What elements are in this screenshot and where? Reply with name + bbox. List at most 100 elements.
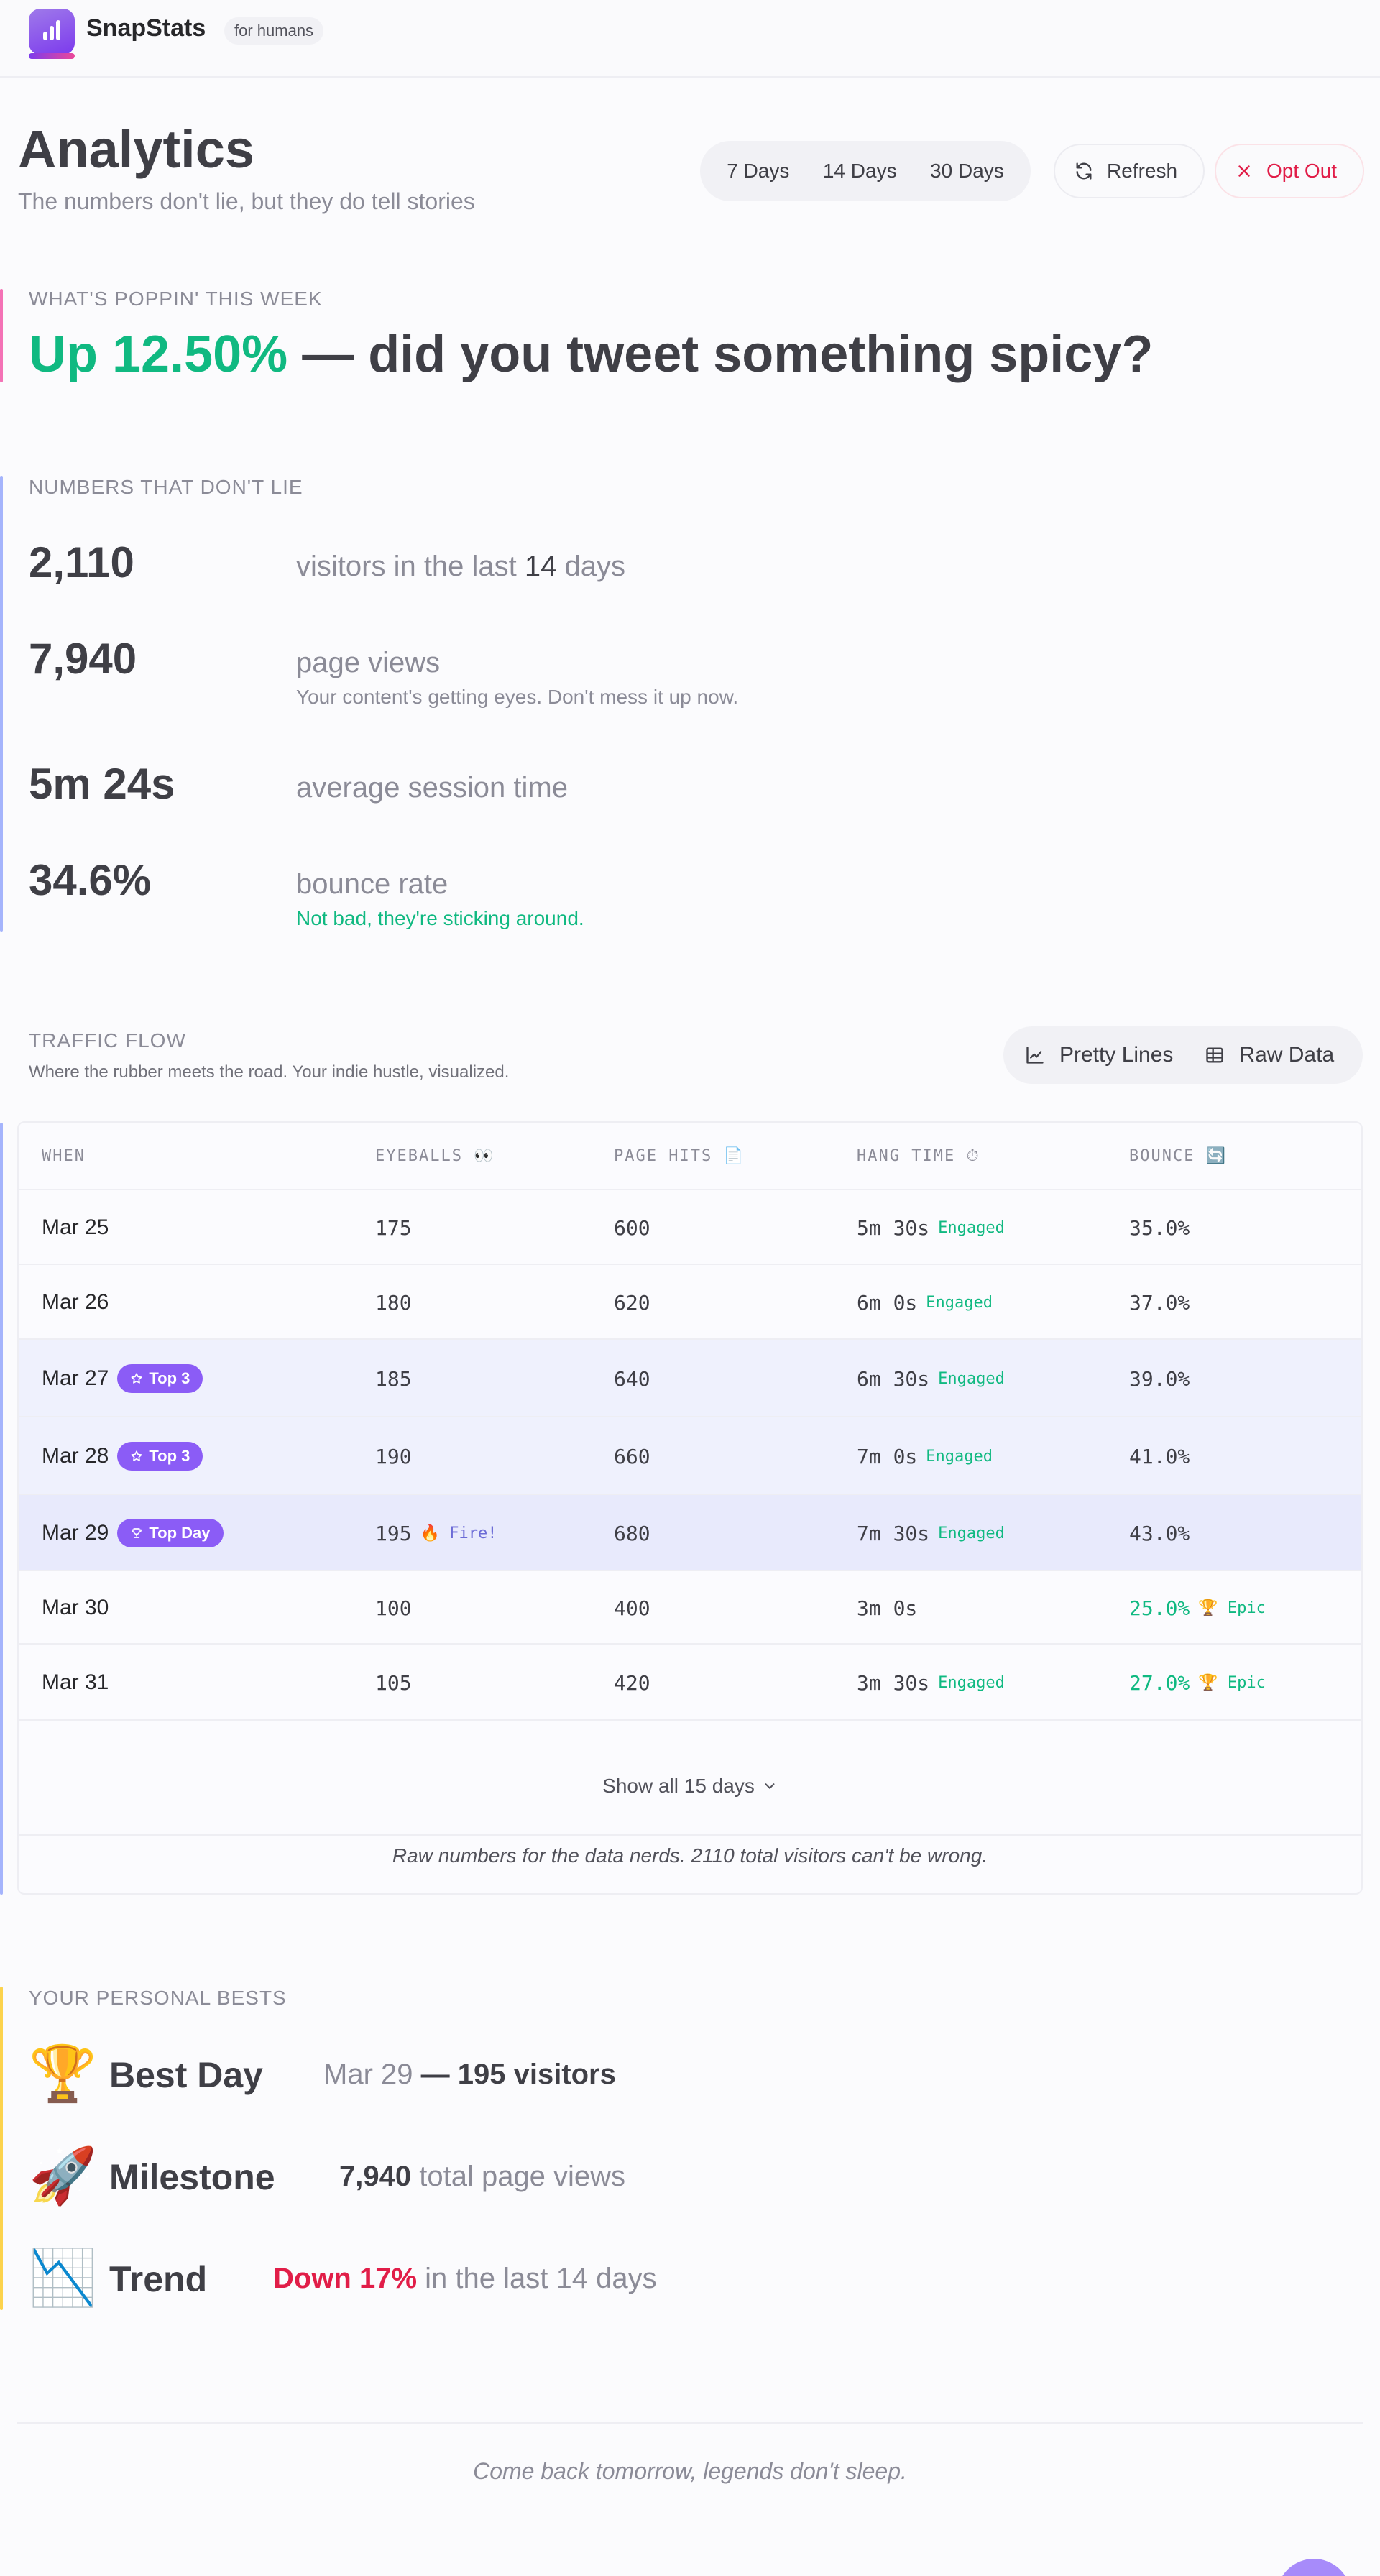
numbers-accent-bar: [0, 476, 3, 932]
pretty-lines-button[interactable]: Pretty Lines: [1025, 1043, 1173, 1067]
badge-label: Top 3: [149, 1447, 190, 1465]
top-day-badge: Top Day: [117, 1519, 224, 1547]
close-icon: [1238, 165, 1250, 177]
view-toggle: Pretty Lines Raw Data: [1003, 1026, 1363, 1084]
trend-detail: Down 17% in the last 14 days: [273, 2263, 657, 2294]
cell-page-hits: 420: [614, 1668, 650, 1697]
line-chart-icon: [1026, 1046, 1044, 1064]
table-row[interactable]: Mar 26 180 620 6m 0s Engaged 37.0%: [19, 1265, 1361, 1340]
trophy-icon: 🏆: [29, 2043, 97, 2104]
growth-value: Up 12.50%: [29, 326, 288, 383]
chevron-down-icon: [765, 1783, 775, 1789]
page-hits-count: 420: [614, 1670, 650, 1695]
refresh-button[interactable]: Refresh: [1054, 144, 1205, 198]
bounce-note: Not bad, they're sticking around.: [296, 907, 584, 929]
raw-data-button[interactable]: Raw Data: [1205, 1043, 1334, 1067]
cell-date: Mar 25: [42, 1213, 109, 1242]
cell-date: Mar 27 Top 3: [42, 1364, 203, 1393]
engaged-tag: Engaged: [938, 1524, 1005, 1542]
bounce-value: 35.0%: [1129, 1215, 1190, 1240]
cell-visitors: 175: [375, 1213, 412, 1242]
table-row[interactable]: Mar 29 Top Day 195 🔥 Fire! 680 7m 30s Engaged 4…: [19, 1495, 1361, 1571]
cell-page-hits: 400: [614, 1593, 650, 1622]
bounce-value: 27.0%: [1129, 1670, 1190, 1695]
date-range-selector: 7 Days 14 Days 30 Days: [700, 141, 1031, 201]
trend-title: Trend: [109, 2259, 208, 2299]
badge-label: Top Day: [149, 1524, 211, 1542]
column-when[interactable]: WHEN: [42, 1147, 86, 1165]
table-row[interactable]: Mar 30 100 400 3m 0s 25.0% 🏆 Epic: [19, 1571, 1361, 1644]
column-page-hits[interactable]: PAGE HITS 📄: [614, 1147, 745, 1165]
hang-time-value: 7m 0s: [857, 1444, 918, 1468]
page-subtitle: The numbers don't lie, but they do tell …: [18, 188, 475, 214]
poppin-label: WHAT'S POPPIN' THIS WEEK: [29, 288, 323, 310]
engaged-tag: Engaged: [938, 1218, 1005, 1237]
epic-tag: 🏆 Epic: [1198, 1673, 1266, 1692]
table-row[interactable]: Mar 31 105 420 3m 30s Engaged 27.0% 🏆 Epic: [19, 1644, 1361, 1721]
date-text: Mar 26: [42, 1290, 109, 1314]
show-all-button[interactable]: Show all 15 days: [19, 1738, 1361, 1836]
traffic-label: TRAFFIC FLOW: [29, 1029, 186, 1052]
floating-action-button[interactable]: [1276, 2559, 1351, 2576]
date-text: Mar 29: [42, 1521, 109, 1545]
range-7-days-button[interactable]: 7 Days: [719, 160, 796, 183]
session-label: average session time: [296, 772, 568, 804]
bests-accent-bar: [0, 1987, 3, 2310]
badge-label: Top 3: [149, 1369, 190, 1387]
cell-visitors: 190: [375, 1442, 412, 1471]
bounce-value: 25.0%: [1129, 1596, 1190, 1620]
column-hang-time[interactable]: HANG TIME ⏱: [857, 1147, 980, 1165]
pageviews-label: page views: [296, 647, 441, 678]
hang-time-value: 6m 0s: [857, 1290, 918, 1315]
page-hits-count: 640: [614, 1366, 650, 1391]
star-icon: [131, 1373, 142, 1384]
cell-bounce: 37.0%: [1129, 1288, 1190, 1317]
logo-icon[interactable]: [29, 9, 75, 55]
star-icon: [131, 1450, 142, 1461]
best-day-title: Best Day: [109, 2055, 263, 2095]
date-text: Mar 31: [42, 1670, 109, 1694]
cell-hang-time: 6m 30s Engaged: [857, 1364, 1005, 1393]
cell-page-hits: 620: [614, 1288, 650, 1317]
cell-date: Mar 28 Top 3: [42, 1442, 203, 1471]
table-icon: [1206, 1047, 1224, 1063]
range-30-days-button[interactable]: 30 Days: [923, 160, 1011, 183]
table-row[interactable]: Mar 28 Top 3 190 660 7m 0s Engaged 41.0%: [19, 1417, 1361, 1495]
traffic-accent-bar: [0, 1123, 3, 1895]
best-day-detail: Mar 29 — 195 visitors: [323, 2058, 616, 2090]
hang-time-value: 3m 30s: [857, 1670, 930, 1695]
column-eyeballs[interactable]: EYEBALLS 👀: [375, 1147, 495, 1165]
cell-page-hits: 640: [614, 1364, 650, 1393]
page-hits-count: 400: [614, 1596, 650, 1620]
hang-time-value: 5m 30s: [857, 1215, 930, 1240]
cell-visitors: 185: [375, 1364, 412, 1393]
page-title: Analytics: [18, 119, 255, 179]
hang-time-value: 3m 0s: [857, 1596, 918, 1620]
footer-divider: [17, 2422, 1363, 2424]
column-bounce[interactable]: BOUNCE 🔄: [1129, 1147, 1227, 1165]
logo-underline: [29, 53, 75, 59]
cell-visitors: 195 🔥 Fire!: [375, 1519, 497, 1547]
opt-out-label: Opt Out: [1266, 160, 1338, 182]
bounce-value: 39.0%: [1129, 1366, 1190, 1391]
opt-out-button[interactable]: Opt Out: [1215, 144, 1364, 198]
range-14-days-button[interactable]: 14 Days: [816, 160, 904, 183]
visitors-value: 2,110: [29, 538, 134, 586]
rocket-icon: 🚀: [29, 2145, 97, 2207]
fire-tag: 🔥 Fire!: [420, 1524, 497, 1542]
session-value: 5m 24s: [29, 760, 175, 808]
table-row[interactable]: Mar 27 Top 3 185 640 6m 30s Engaged 39.0%: [19, 1340, 1361, 1417]
refresh-icon: [1076, 162, 1092, 180]
engaged-tag: Engaged: [938, 1369, 1005, 1388]
table-row[interactable]: Mar 25 175 600 5m 30s Engaged 35.0%: [19, 1190, 1361, 1265]
cell-visitors: 100: [375, 1593, 412, 1622]
cell-bounce: 43.0%: [1129, 1519, 1190, 1547]
brand-name[interactable]: SnapStats: [86, 14, 206, 42]
page-hits-count: 620: [614, 1290, 650, 1315]
cell-bounce: 39.0%: [1129, 1364, 1190, 1393]
date-text: Mar 25: [42, 1215, 109, 1239]
growth-quip: — did you tweet something spicy?: [288, 326, 1154, 383]
table-header: WHEN EYEBALLS 👀 PAGE HITS 📄 HANG TIME ⏱ …: [19, 1123, 1361, 1190]
milestone-title: Milestone: [109, 2157, 275, 2197]
cell-date: Mar 26: [42, 1288, 109, 1317]
